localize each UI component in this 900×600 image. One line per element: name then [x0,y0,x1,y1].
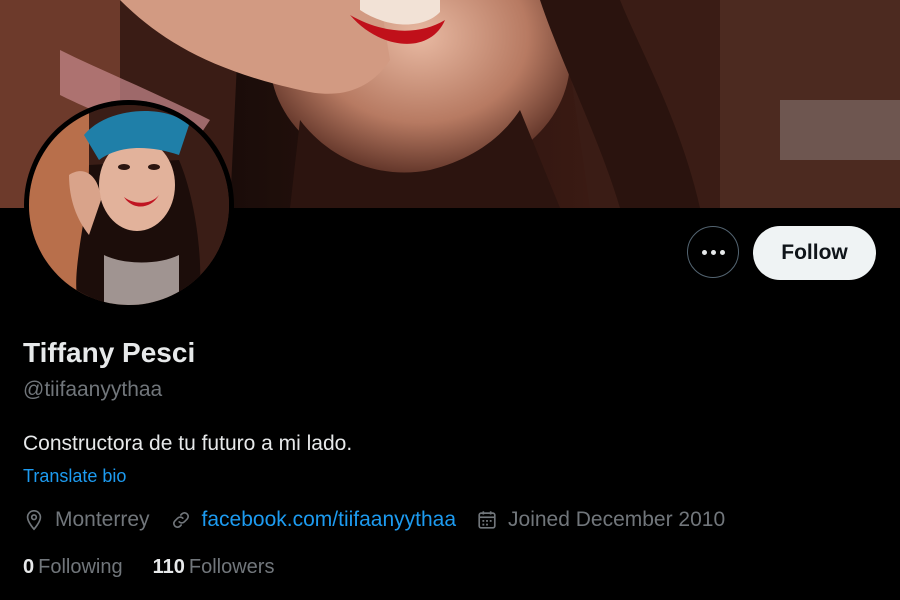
following-count: 0 [23,556,35,578]
location-pin-icon [26,510,42,531]
joined-text: Joined December 2010 [508,508,726,531]
calendar-icon [478,511,496,529]
location-item: Monterrey [23,508,150,532]
followers-stat[interactable]: 110 Followers [153,556,275,579]
more-horizontal-icon [701,249,725,255]
followers-label: Followers [188,556,275,578]
avatar-photo [29,105,229,305]
website-link[interactable]: facebook.com/tiifaanyythaa [202,508,456,532]
website-item[interactable]: facebook.com/tiifaanyythaa [170,508,456,532]
location-text: Monterrey [55,508,150,531]
profile-bio: Constructora de tu futuro a mi lado. [23,432,353,455]
joined-item: Joined December 2010 [476,508,725,532]
profile-stats: 0 Following 110 Followers [23,556,304,579]
more-options-button[interactable] [687,226,739,278]
profile-name: Tiffany Pesci [23,337,196,368]
profile-handle: @tiifaanyythaa [23,378,163,401]
follow-button[interactable]: Follow [753,226,876,280]
link-icon [172,512,189,528]
following-label: Following [38,556,123,578]
avatar[interactable] [24,100,234,310]
profile-meta: Monterrey facebook.com/tiifaanyythaa Joi… [23,508,745,532]
followers-count: 110 [152,556,185,578]
following-stat[interactable]: 0 Following [23,556,123,579]
translate-bio-link[interactable]: Translate bio [23,466,126,487]
